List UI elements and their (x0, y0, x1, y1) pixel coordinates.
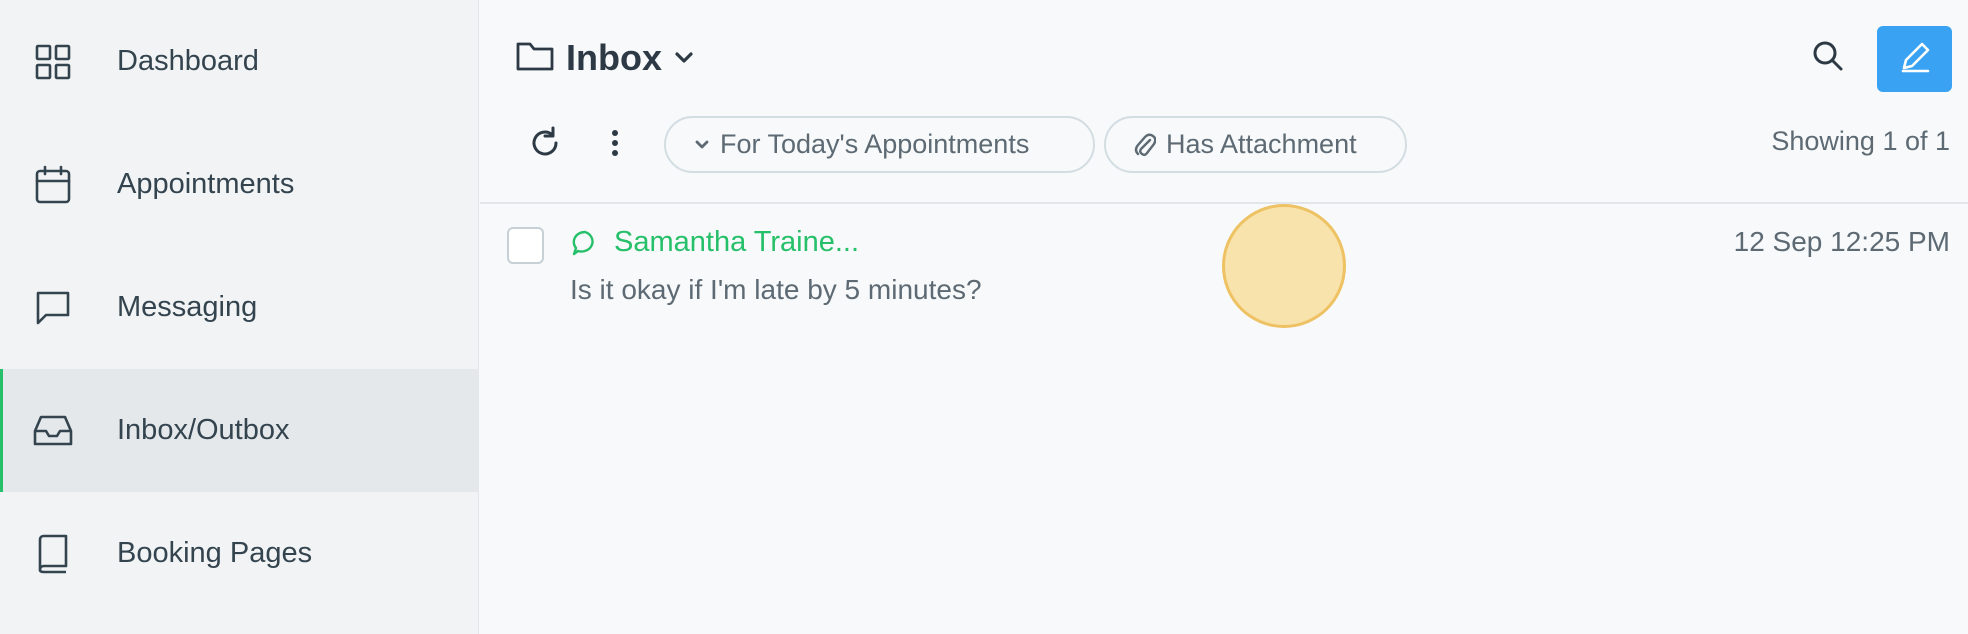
message-time: 12 Sep 12:25 PM (1733, 226, 1950, 257)
folder-icon (516, 40, 554, 77)
sidebar-item-appointments[interactable]: Appointments (0, 123, 479, 246)
paperclip-icon (1134, 131, 1156, 159)
filter-chip-has-attachment[interactable]: Has Attachment (1104, 116, 1407, 173)
more-options-button[interactable] (605, 125, 625, 165)
chat-bubble-icon (570, 228, 600, 258)
refresh-button[interactable] (525, 125, 565, 165)
search-icon (1812, 40, 1844, 77)
message-preview: Is it okay if I'm late by 5 minutes? (570, 274, 982, 305)
compose-button[interactable] (1877, 26, 1952, 92)
sidebar-item-label: Messaging (117, 291, 258, 323)
sidebar-item-dashboard[interactable]: Dashboard (0, 0, 479, 123)
chevron-down-icon (694, 139, 710, 151)
chevron-down-icon (674, 51, 694, 65)
main-panel: Inbox For Today's Appointments Has Attac… (480, 0, 1968, 634)
search-button[interactable] (1808, 38, 1848, 78)
chat-icon (33, 288, 73, 328)
sidebar-item-label: Inbox/Outbox (117, 414, 290, 446)
filter-chip-label: For Today's Appointments (720, 129, 1030, 159)
sidebar-item-label: Dashboard (117, 45, 259, 77)
refresh-icon (528, 126, 562, 165)
message-row[interactable]: Samantha Traine... 12 Sep 12:25 PM Is it… (480, 204, 1968, 320)
message-sender[interactable]: Samantha Traine... (614, 226, 859, 259)
book-icon (33, 534, 73, 574)
sidebar-item-label: Booking Pages (117, 537, 313, 569)
calendar-icon (33, 165, 73, 205)
message-checkbox[interactable] (507, 227, 544, 264)
pencil-icon (1898, 40, 1932, 79)
result-count: Showing 1 of 1 (1771, 126, 1950, 156)
sidebar-item-booking-pages[interactable]: Booking Pages (0, 492, 479, 615)
kebab-menu-icon (611, 129, 619, 162)
folder-selector[interactable]: Inbox (516, 36, 694, 80)
sidebar-item-label: Appointments (117, 168, 295, 200)
filter-chip-todays-appointments[interactable]: For Today's Appointments (664, 116, 1095, 173)
sidebar: Dashboard Appointments Messaging Inbox/O… (0, 0, 479, 634)
filter-chip-label: Has Attachment (1166, 129, 1357, 159)
sidebar-item-inbox-outbox[interactable]: Inbox/Outbox (0, 369, 479, 492)
sidebar-item-messaging[interactable]: Messaging (0, 246, 479, 369)
inbox-icon (33, 411, 73, 451)
page-title: Inbox (566, 37, 662, 78)
grid-icon (33, 42, 73, 82)
